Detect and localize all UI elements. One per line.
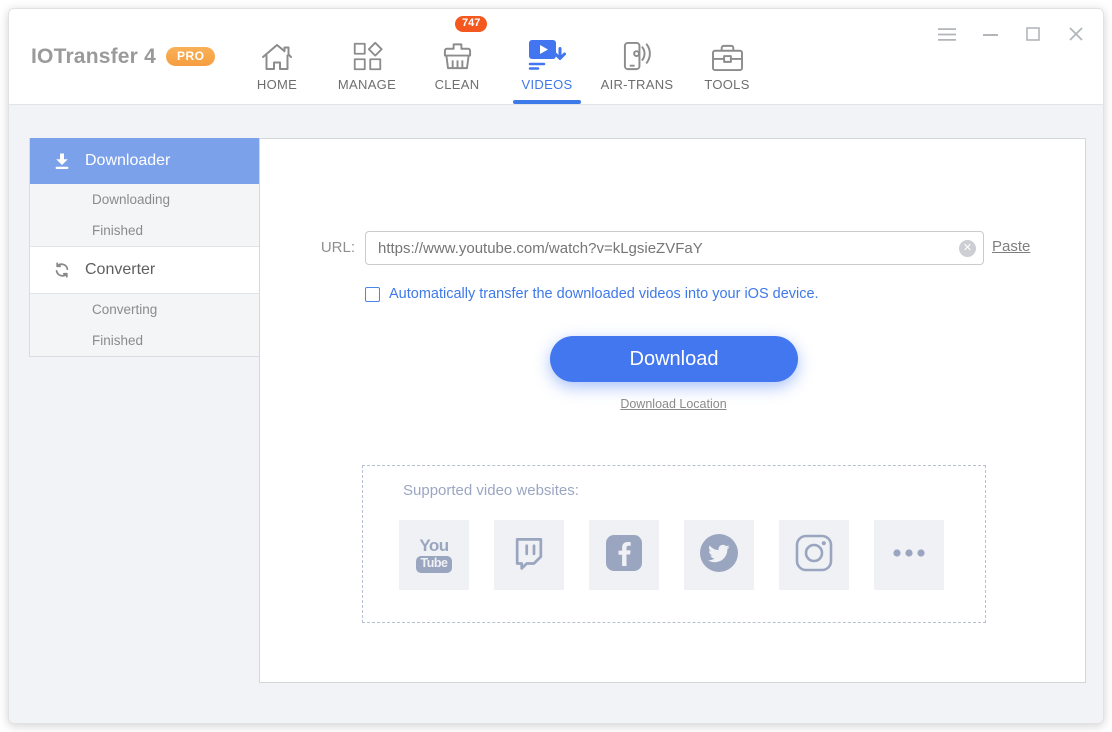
nav-label: CLEAN	[434, 77, 480, 92]
url-input[interactable]	[365, 231, 984, 265]
sidebar-item-label: Downloader	[85, 152, 171, 169]
manage-grid-icon	[352, 36, 383, 72]
more-sites-tile[interactable]	[874, 520, 944, 590]
nav-item-manage[interactable]: MANAGE	[322, 9, 412, 104]
maximize-icon[interactable]	[1024, 25, 1042, 43]
clean-count-badge: 747	[455, 16, 488, 32]
url-label: URL:	[320, 239, 355, 256]
downloader-panel: URL: ✕ Paste Automatically transfer the …	[259, 138, 1086, 683]
instagram-tile[interactable]	[779, 520, 849, 590]
pro-badge: PRO	[165, 47, 216, 66]
auto-transfer-row: Automatically transfer the downloaded vi…	[365, 286, 819, 302]
supported-websites-title: Supported video websites:	[403, 482, 579, 499]
hamburger-menu-icon[interactable]	[938, 25, 956, 43]
window-controls	[938, 25, 1085, 43]
sidebar-item-downloading[interactable]: Downloading	[30, 184, 259, 215]
supported-websites-box: Supported video websites: You Tube	[362, 465, 986, 623]
download-button[interactable]: Download	[550, 336, 798, 382]
more-dots-icon	[889, 533, 929, 578]
nav-item-home[interactable]: HOME	[232, 9, 322, 104]
videos-download-icon	[527, 36, 568, 72]
sidebar: Downloader Downloading Finished Converte…	[29, 138, 259, 357]
nav-label: AIR-TRANS	[600, 77, 674, 92]
nav-item-clean[interactable]: 747 CLEAN	[412, 9, 502, 104]
auto-transfer-checkbox[interactable]	[365, 286, 380, 302]
clear-circle-x-icon[interactable]: ✕	[959, 240, 976, 257]
twitch-icon	[509, 533, 549, 578]
main-nav: HOME MANAGE 747 CLEAN VIDEOS AIR-TRANS T…	[232, 9, 772, 104]
app-title: IOTransfer 4	[31, 44, 156, 68]
air-trans-phone-icon	[620, 36, 655, 72]
header: IOTransfer 4 PRO HOME MANAGE 747 CLEAN V…	[9, 9, 1103, 105]
nav-item-air-trans[interactable]: AIR-TRANS	[592, 9, 682, 104]
nav-item-tools[interactable]: TOOLS	[682, 9, 772, 104]
download-location-link[interactable]: Download Location	[620, 397, 726, 411]
app-window: IOTransfer 4 PRO HOME MANAGE 747 CLEAN V…	[8, 8, 1104, 724]
download-arrow-icon	[52, 151, 72, 171]
sidebar-item-converting[interactable]: Converting	[30, 294, 259, 325]
sidebar-item-converter-finished[interactable]: Finished	[30, 325, 259, 356]
content-area: Downloader Downloading Finished Converte…	[9, 105, 1103, 723]
sidebar-item-downloader[interactable]: Downloader	[30, 138, 259, 184]
nav-label: TOOLS	[704, 77, 750, 92]
twitter-icon	[698, 532, 740, 579]
twitter-tile[interactable]	[684, 520, 754, 590]
tools-briefcase-icon	[711, 36, 744, 72]
nav-label: HOME	[256, 77, 298, 92]
facebook-icon	[604, 533, 644, 578]
nav-label: MANAGE	[337, 77, 397, 92]
download-location-row: Download Location	[260, 397, 1087, 411]
paste-link[interactable]: Paste	[992, 238, 1030, 255]
close-icon[interactable]	[1067, 25, 1085, 43]
nav-item-videos[interactable]: VIDEOS	[502, 9, 592, 104]
facebook-tile[interactable]	[589, 520, 659, 590]
youtube-tile[interactable]: You Tube	[399, 520, 469, 590]
sidebar-item-converter[interactable]: Converter	[30, 246, 259, 294]
sidebar-item-downloader-finished[interactable]: Finished	[30, 215, 259, 246]
supported-websites-tiles: You Tube	[399, 520, 944, 590]
auto-transfer-label[interactable]: Automatically transfer the downloaded vi…	[389, 286, 819, 302]
nav-label: VIDEOS	[521, 77, 573, 92]
twitch-tile[interactable]	[494, 520, 564, 590]
instagram-icon	[794, 533, 834, 578]
clean-brush-icon	[441, 36, 474, 72]
youtube-icon: You Tube	[415, 537, 453, 573]
app-logo: IOTransfer 4 PRO	[31, 9, 216, 104]
minimize-icon[interactable]	[981, 25, 999, 43]
sync-arrows-icon	[52, 260, 72, 280]
home-icon	[260, 36, 294, 72]
sidebar-item-label: Converter	[85, 261, 156, 278]
